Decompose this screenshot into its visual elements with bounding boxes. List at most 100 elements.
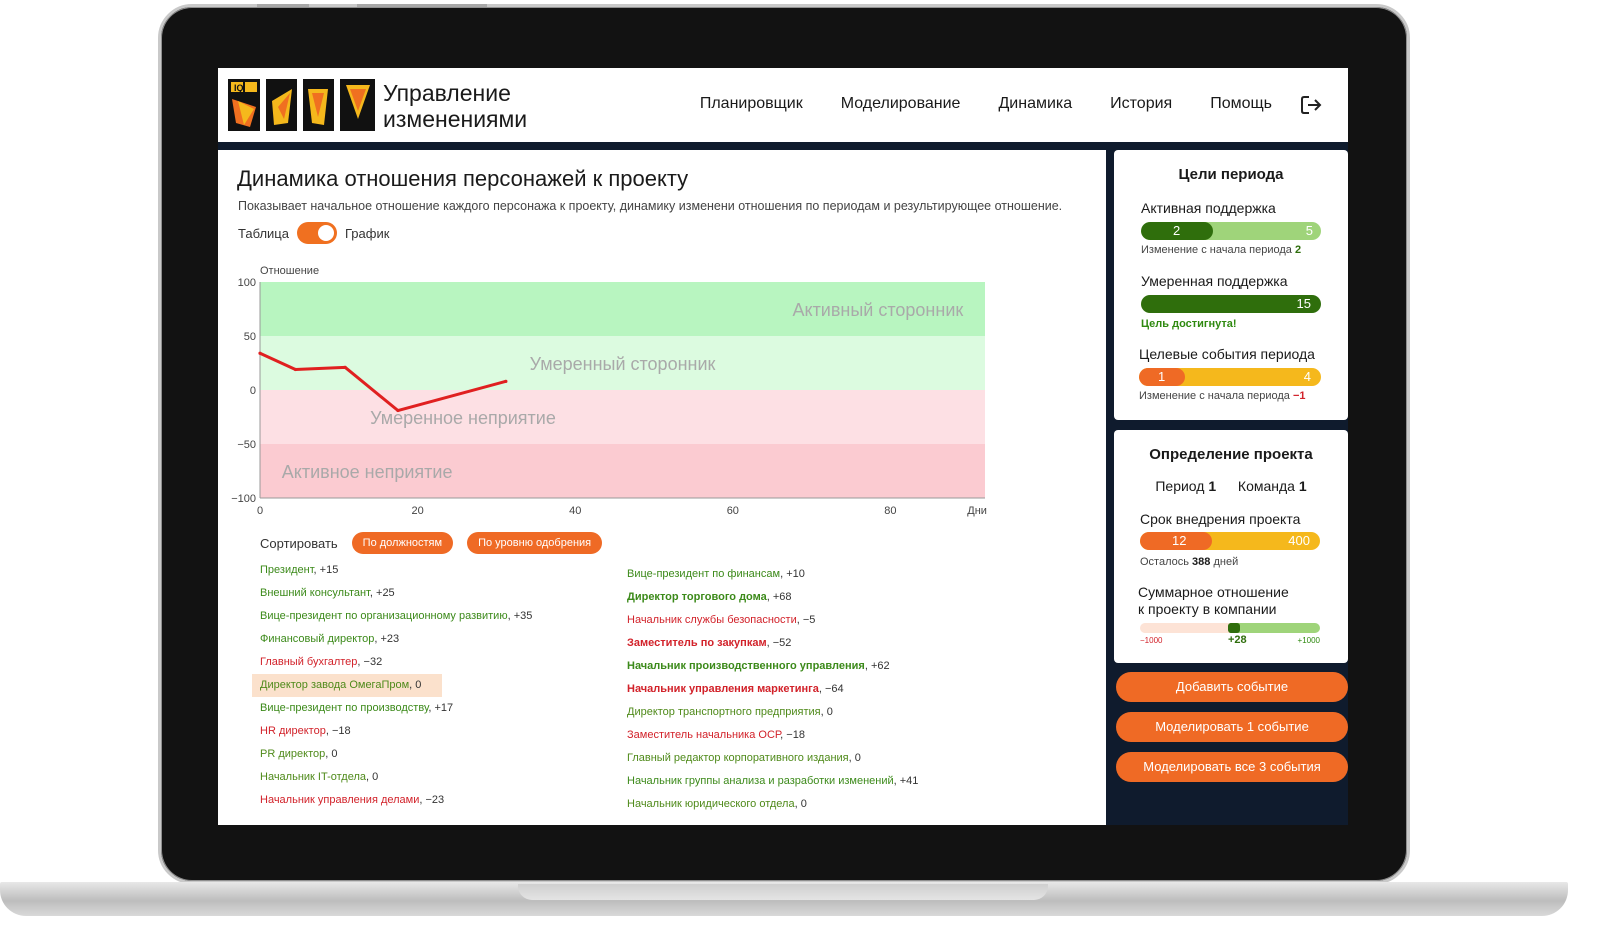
view-toggle[interactable]: [296, 222, 337, 244]
sort-label: Сортировать: [260, 535, 338, 551]
person-attitude-value: 0: [372, 771, 379, 783]
list-item[interactable]: Вице-президент по финансам, +10: [627, 563, 918, 586]
logout-icon[interactable]: [1300, 94, 1322, 116]
person-name: Начальник производственного управления: [627, 660, 865, 672]
events-note-prefix: Изменение с начала периода: [1139, 390, 1290, 402]
person-name: Директор транспортного предприятия: [627, 706, 821, 718]
list-item[interactable]: Главный бухгалтер, −32: [260, 651, 532, 674]
nav-planner[interactable]: Планировщик: [700, 95, 803, 113]
laptop-edge: [257, 4, 309, 7]
remaining-value: 388: [1192, 556, 1211, 568]
person-name: Начальник группы анализа и разработки из…: [627, 775, 894, 787]
person-attitude-value: +17: [434, 702, 454, 714]
toggle-label-table: Таблица: [238, 225, 289, 241]
chart-x-tick: 60: [727, 505, 739, 517]
sort-row: Сортировать По должностям По уровню одоб…: [260, 532, 603, 554]
chart-x-tick: Дни: [967, 505, 987, 517]
active-support-bar: 2 5: [1141, 222, 1321, 240]
list-item[interactable]: Начальник управления делами, −23: [260, 789, 532, 812]
list-item[interactable]: Директор транспортного предприятия, 0: [627, 701, 918, 724]
chart-x-tick: 80: [884, 505, 896, 517]
list-item[interactable]: PR директор, 0: [260, 743, 532, 766]
sort-by-position-button[interactable]: По должностям: [351, 532, 454, 554]
list-item[interactable]: Главный редактор корпоративного издания,…: [627, 747, 918, 770]
list-item[interactable]: Начальник юридического отдела, 0: [627, 793, 918, 816]
person-attitude-value: +62: [870, 660, 890, 672]
chart-zone-label: Активное неприятие: [282, 462, 453, 482]
model-one-event-button[interactable]: Моделировать 1 событие: [1116, 712, 1348, 742]
attitude-point: [343, 365, 347, 369]
brand-line-1: Управление: [383, 80, 511, 106]
person-attitude-value: −52: [772, 637, 792, 649]
list-item[interactable]: Начальник управления маркетинга, −64: [627, 678, 918, 701]
list-item[interactable]: Начальник производственного управления, …: [627, 655, 918, 678]
total-attitude-line-1: Суммарное отношение: [1138, 584, 1289, 600]
list-item[interactable]: Начальник группы анализа и разработки из…: [627, 770, 918, 793]
laptop-notch: [518, 884, 1048, 900]
list-item[interactable]: Вице-президент по производству, +17: [260, 697, 532, 720]
events-note-value: −1: [1292, 390, 1306, 402]
nav-history[interactable]: История: [1110, 95, 1172, 113]
brand-line-2: изменениями: [383, 106, 528, 132]
person-attitude-value: −64: [825, 683, 844, 695]
person-attitude-value: +10: [786, 568, 805, 580]
attitude-point: [504, 379, 508, 383]
person-attitude-value: +68: [772, 591, 792, 603]
person-name: Главный бухгалтер: [260, 656, 358, 668]
person-attitude-value: +23: [380, 633, 400, 645]
period-goals-card: Цели периода Активная поддержка 2 5 Изме…: [1114, 150, 1348, 420]
model-all-events-button[interactable]: Моделировать все 3 события: [1116, 752, 1348, 782]
person-name: Начальник управления маркетинга: [627, 683, 819, 695]
app-header: IQ Управление изменениями Планировщик Мо…: [218, 68, 1348, 142]
deadline-total: 400: [1288, 533, 1310, 548]
chart-y-tick: 50: [244, 331, 256, 343]
nav-modeling[interactable]: Моделирование: [841, 95, 961, 113]
person-name: Заместитель начальника ОСР: [627, 729, 781, 741]
chart-y-tick: −100: [231, 493, 256, 505]
nav-dynamics[interactable]: Динамика: [998, 95, 1072, 113]
list-item[interactable]: Вице-президент по организационному разви…: [260, 605, 532, 628]
person-attitude-value: −32: [363, 656, 383, 668]
laptop-edge: [357, 4, 487, 7]
people-list-left: Президент, +15 Внешний консультант, +25 Ви…: [252, 559, 532, 812]
person-name: Главный редактор корпоративного издания: [627, 752, 849, 764]
logo: IQ: [228, 79, 375, 131]
sort-by-approval-button[interactable]: По уровню одобрения: [467, 532, 603, 554]
total-attitude-scale: [1140, 623, 1320, 633]
target-events-note: Изменение с начала периода −1: [1139, 390, 1306, 402]
attitude-min: −1000: [1140, 636, 1163, 645]
logo-text: IQ: [234, 83, 244, 93]
list-item[interactable]: HR директор, −18: [260, 720, 532, 743]
list-item[interactable]: Директор завода ОмегаПром, 0: [252, 674, 442, 697]
person-attitude-value: −5: [802, 614, 816, 626]
nav-help[interactable]: Помощь: [1210, 95, 1272, 113]
remaining-prefix: Осталось: [1140, 556, 1189, 568]
person-name: Начальник юридического отдела: [627, 798, 795, 810]
person-attitude-value: −18: [786, 729, 805, 741]
list-item[interactable]: Заместитель по закупкам, −52: [627, 632, 918, 655]
list-item[interactable]: Внешний консультант, +25: [260, 582, 532, 605]
add-event-button[interactable]: Добавить событие: [1116, 672, 1348, 702]
remaining-suffix: дней: [1213, 556, 1239, 568]
toggle-knob: [317, 225, 334, 241]
person-attitude-value: 0: [854, 752, 861, 764]
person-name: Вице-президент по организационному разви…: [260, 610, 508, 622]
total-attitude-line-2: к проекту в компании: [1138, 601, 1277, 617]
active-note-value: 2: [1294, 244, 1302, 256]
list-item[interactable]: Начальник службы безопасности, −5: [627, 609, 918, 632]
moderate-support-target: 15: [1296, 296, 1311, 311]
list-item[interactable]: Директор торгового дома, +68: [627, 586, 918, 609]
people-list-right: Вице-президент по финансам, +10 Директор …: [627, 563, 918, 816]
list-item[interactable]: Начальник IT-отдела, 0: [260, 766, 532, 789]
person-name: Начальник службы безопасности: [627, 614, 797, 626]
person-name: Вице-президент по производству: [260, 702, 429, 714]
app-screen: IQ Управление изменениями Планировщик Мо…: [218, 68, 1348, 825]
list-item[interactable]: Заместитель начальника ОСР, −18: [627, 724, 918, 747]
list-item[interactable]: Президент, +15: [260, 559, 532, 582]
active-note-prefix: Изменение с начала периода: [1141, 244, 1292, 256]
list-item[interactable]: Финансовый директор, +23: [260, 628, 532, 651]
period-team-row: Период 1 Команда 1: [1114, 478, 1348, 494]
team-label: Команда: [1237, 478, 1295, 494]
toggle-label-chart: График: [344, 225, 390, 241]
person-attitude-value: 0: [331, 748, 338, 760]
